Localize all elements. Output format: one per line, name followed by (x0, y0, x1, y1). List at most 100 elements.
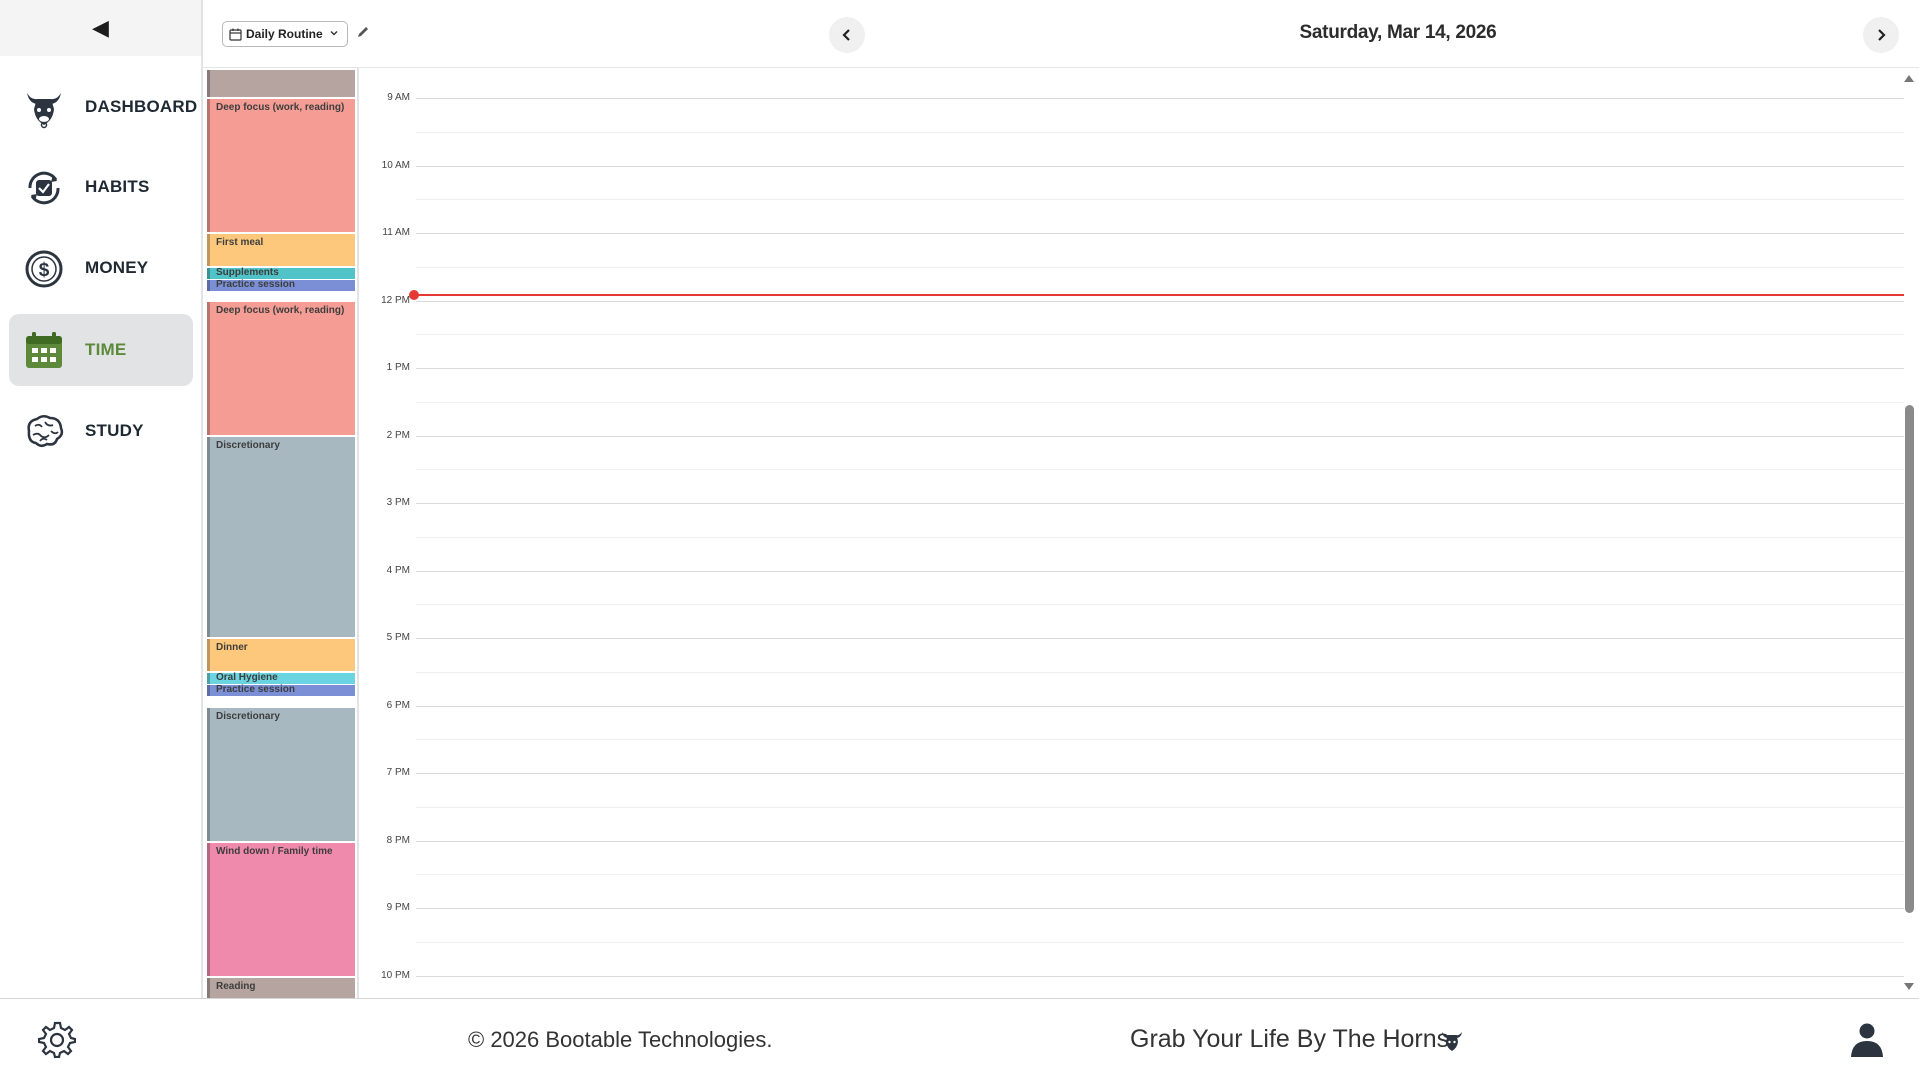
routine-block[interactable]: Discretionary (207, 437, 355, 637)
hour-gridline (416, 773, 1904, 774)
routine-column: Deep focus (work, reading) First meal Su… (207, 68, 359, 998)
sidebar-item-label: DASHBOARD (85, 97, 198, 116)
hour-label: 10 AM (381, 160, 410, 171)
brain-icon (27, 415, 64, 447)
pencil-icon[interactable] (356, 25, 370, 39)
collapse-sidebar-button[interactable]: ◀ (0, 0, 201, 56)
routine-block[interactable]: Supplements (207, 267, 355, 279)
hour-gridline (416, 301, 1904, 302)
hour-gridline (416, 571, 1904, 572)
hour-label: 10 PM (381, 970, 410, 981)
hour-label: 4 PM (386, 565, 410, 576)
routine-block[interactable]: Reading (207, 978, 355, 998)
bull-icon (27, 93, 61, 129)
hour-label: 1 PM (386, 362, 410, 373)
next-day-button[interactable] (1863, 17, 1899, 53)
hour-label: 6 PM (386, 700, 410, 711)
routine-block[interactable]: Deep focus (work, reading) (207, 99, 355, 232)
sidebar-item-label: STUDY (85, 421, 144, 440)
routine-block[interactable]: Deep focus (work, reading) (207, 302, 355, 435)
half-hour-gridline (416, 807, 1904, 808)
hour-label: 8 PM (386, 835, 410, 846)
sidebar-item-habits[interactable]: HABITS (9, 151, 193, 223)
half-hour-gridline (416, 604, 1904, 605)
routine-block[interactable]: Practice session (207, 279, 355, 291)
svg-text:$: $ (39, 260, 50, 281)
hour-label: 9 AM (387, 92, 410, 103)
sidebar-item-study[interactable]: STUDY (9, 395, 193, 467)
half-hour-gridline (416, 672, 1904, 673)
hour-label: 11 AM (382, 227, 410, 238)
scroll-up-arrow[interactable] (1903, 73, 1915, 83)
bull-icon (1442, 1032, 1462, 1051)
dollar-icon: $ (25, 250, 63, 288)
routine-block-label: Practice session (216, 279, 295, 290)
hour-gridline (416, 976, 1904, 977)
routine-block[interactable]: Dinner (207, 639, 355, 671)
sidebar-item-label: MONEY (85, 258, 149, 277)
half-hour-gridline (416, 739, 1904, 740)
routine-block-label: Reading (216, 981, 256, 992)
chevron-right-icon (1878, 29, 1886, 41)
hour-gridline (416, 436, 1904, 437)
calendar-small-icon (229, 28, 242, 41)
routine-block[interactable]: Practice session (207, 684, 355, 696)
half-hour-gridline (416, 199, 1904, 200)
sidebar-item-money[interactable]: $ MONEY (9, 232, 193, 304)
app-root: ◀ DASHBOARD HABITS $ MONEY TIME STUDY Da… (0, 0, 1919, 1079)
half-hour-gridline (416, 402, 1904, 403)
hour-label: 12 PM (381, 295, 410, 306)
routine-block-label: Wind down / Family time (216, 846, 333, 857)
routine-block-label: Discretionary (216, 711, 280, 722)
routine-block-label: Supplements (216, 267, 279, 278)
footer: © 2026 Bootable Technologies. Grab Your … (0, 998, 1919, 1079)
routine-select-value: Daily Routine (246, 27, 323, 41)
scroll-down-arrow[interactable] (1903, 982, 1915, 992)
sidebar: ◀ DASHBOARD HABITS $ MONEY TIME STUDY (0, 0, 203, 998)
tagline-text: Grab Your Life By The Horns. (1130, 1025, 1457, 1053)
hour-gridline (416, 706, 1904, 707)
hour-gridline (416, 368, 1904, 369)
sidebar-item-dashboard[interactable]: DASHBOARD (9, 71, 197, 143)
half-hour-gridline (416, 267, 1904, 268)
calendar-toolbar: Daily Routine Saturday, Mar 14, 2026 (203, 0, 1919, 68)
routine-block[interactable]: Oral Hygiene (207, 672, 355, 684)
chevron-down-icon (330, 31, 338, 36)
sidebar-item-time[interactable]: TIME (9, 314, 193, 386)
routine-block-label: Practice session (216, 684, 295, 695)
hour-gridline (416, 503, 1904, 504)
sidebar-item-label: HABITS (85, 177, 150, 196)
routine-block[interactable]: Discretionary (207, 708, 355, 841)
current-date-title: Saturday, Mar 14, 2026 (1299, 22, 1497, 43)
routine-select[interactable]: Daily Routine (222, 21, 348, 47)
chevron-left-icon (842, 29, 850, 41)
half-hour-gridline (416, 874, 1904, 875)
routine-block[interactable] (207, 70, 355, 97)
scrollbar-thumb[interactable] (1905, 405, 1914, 913)
sidebar-item-label: TIME (85, 340, 127, 359)
current-time-line (417, 294, 1904, 296)
routine-block-label: Discretionary (216, 440, 280, 451)
hour-label: 2 PM (386, 430, 410, 441)
hour-gridline (416, 166, 1904, 167)
half-hour-gridline (416, 537, 1904, 538)
habit-check-icon (28, 171, 60, 205)
day-calendar: Deep focus (work, reading) First meal Su… (203, 68, 1919, 998)
routine-block-label: Deep focus (work, reading) (216, 102, 345, 113)
half-hour-gridline (416, 132, 1904, 133)
hour-label: 7 PM (386, 767, 410, 778)
hour-label: 3 PM (386, 497, 410, 508)
copyright-text: © 2026 Bootable Technologies. (468, 1027, 773, 1052)
hour-label: 5 PM (386, 632, 410, 643)
hour-label: 9 PM (386, 902, 410, 913)
routine-block-label: Dinner (216, 642, 248, 653)
routine-block[interactable]: Wind down / Family time (207, 843, 355, 976)
calendar-icon (26, 332, 62, 368)
previous-day-button[interactable] (829, 17, 865, 53)
hour-gridline (416, 233, 1904, 234)
gear-icon[interactable] (38, 1020, 76, 1058)
user-profile-icon[interactable] (1848, 1020, 1886, 1058)
half-hour-gridline (416, 334, 1904, 335)
routine-block-label: First meal (216, 237, 264, 248)
routine-block[interactable]: First meal (207, 234, 355, 266)
